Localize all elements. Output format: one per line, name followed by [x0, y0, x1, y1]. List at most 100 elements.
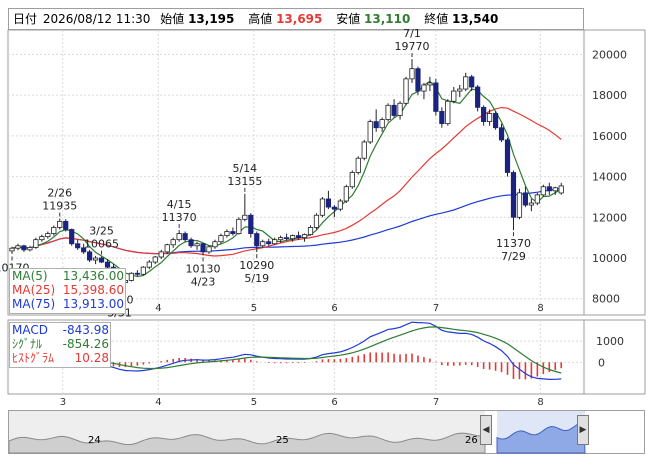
candle-body: [486, 113, 493, 123]
candle-body: [27, 247, 33, 251]
legend-ma75: MA(75) 13,913.00: [12, 297, 124, 311]
candle: [343, 184, 349, 204]
candle: [516, 188, 523, 220]
annotation-date: 2/26: [47, 187, 72, 200]
main-legend: MA(5) 13,436.00 MA(25) 15,398.60 MA(75) …: [9, 268, 126, 314]
candle-body: [498, 127, 505, 141]
candle-body: [75, 243, 81, 249]
candle-body: [313, 214, 320, 228]
macd-legend: MACD -843.98 ｼｸﾞﾅﾙ -854.26 ﾋｽﾄｸﾞﾗﾑ 10.28: [9, 322, 111, 368]
candle: [313, 213, 320, 230]
candle-body: [481, 106, 487, 123]
candle-body: [224, 231, 230, 237]
candle: [69, 228, 75, 246]
candle-body: [355, 157, 361, 173]
caret-right-icon: ▶: [579, 425, 587, 435]
candle-body: [278, 237, 284, 241]
candle-body: [504, 139, 511, 173]
macd-x-tick-label: 8: [537, 397, 543, 408]
annotation-value: 10065: [84, 238, 119, 251]
x-tick-label: 7: [433, 303, 439, 314]
nav-label-25: 25: [276, 435, 289, 446]
candle-body: [98, 257, 105, 263]
candle-body: [558, 185, 564, 194]
candle-body: [295, 235, 302, 239]
candle-body: [475, 86, 481, 108]
annotation-value: 13155: [227, 175, 262, 188]
macd-x-tick-label: 6: [331, 397, 337, 408]
candle: [140, 266, 146, 276]
candle-body: [140, 266, 146, 275]
candle: [445, 99, 451, 126]
candle-body: [87, 251, 93, 261]
candle: [361, 139, 367, 161]
candle-body: [242, 214, 248, 220]
candle: [98, 256, 105, 264]
x-tick-label: 8: [537, 303, 543, 314]
candle: [33, 237, 39, 249]
candle: [504, 137, 511, 177]
candle-body: [248, 214, 254, 234]
candle-body: [528, 202, 534, 206]
candle-body: [361, 141, 367, 159]
candle: [415, 66, 421, 96]
candle-body: [445, 100, 451, 125]
candle-body: [170, 239, 176, 246]
macd-x-tick-label: 7: [433, 397, 439, 408]
candle-body: [164, 244, 170, 253]
candle-body: [409, 68, 415, 80]
nav-left-handle[interactable]: ◀: [480, 415, 492, 445]
candle-body: [57, 220, 63, 228]
candle-body: [200, 243, 206, 253]
candle-body: [51, 227, 57, 234]
annotation-value: 11935: [42, 200, 77, 213]
y-tick-label: 8000: [592, 293, 620, 306]
candle-body: [421, 84, 427, 92]
annotation-date: 4/23: [191, 275, 216, 288]
legend-signal: ｼｸﾞﾅﾙ -854.26: [12, 337, 109, 351]
candle-body: [307, 227, 314, 235]
candle-body: [45, 233, 51, 238]
candle-body: [540, 186, 546, 196]
y-tick-label: 14000: [592, 171, 627, 184]
candle-body: [260, 241, 266, 247]
candle-body: [492, 113, 499, 129]
macd-x-tick-label: 3: [60, 397, 66, 408]
candle-body: [325, 198, 332, 208]
candle-body: [236, 218, 242, 234]
candle-body: [254, 233, 260, 247]
macd-y-tick-label: 1000: [596, 335, 624, 348]
annotation-date: 7/29: [501, 250, 526, 263]
candle-body: [463, 76, 469, 90]
candle-body: [9, 247, 15, 252]
candle-body: [516, 192, 523, 218]
candle-body: [33, 239, 39, 248]
candle-body: [397, 102, 403, 116]
candle: [534, 192, 540, 206]
candle-body: [373, 121, 379, 129]
candle-body: [158, 251, 164, 258]
candle-body: [439, 111, 445, 125]
annotation-date: 5/19: [244, 272, 269, 285]
caret-left-icon: ◀: [482, 425, 490, 435]
candle-body: [128, 272, 134, 281]
navigator[interactable]: 24 25 26 ◀ ▶: [8, 410, 645, 454]
annotation-date: 4/15: [167, 198, 192, 211]
nav-right-handle[interactable]: ▶: [577, 415, 589, 445]
candle: [403, 76, 409, 106]
candle-body: [546, 186, 552, 192]
candle-body: [176, 233, 182, 241]
y-tick-label: 10000: [592, 252, 627, 265]
candle-body: [469, 76, 475, 88]
candle-body: [218, 235, 224, 243]
candle-body: [289, 235, 296, 240]
annotation-date: 5/14: [232, 162, 257, 175]
macd-x-tick-label: 5: [251, 397, 257, 408]
annotation-value: 11370: [496, 237, 531, 250]
candle-body: [272, 239, 278, 245]
candle-body: [182, 233, 188, 241]
candle: [367, 119, 373, 144]
candle-body: [230, 231, 236, 234]
annotation-value: 11370: [162, 211, 197, 224]
candle-body: [206, 246, 212, 253]
